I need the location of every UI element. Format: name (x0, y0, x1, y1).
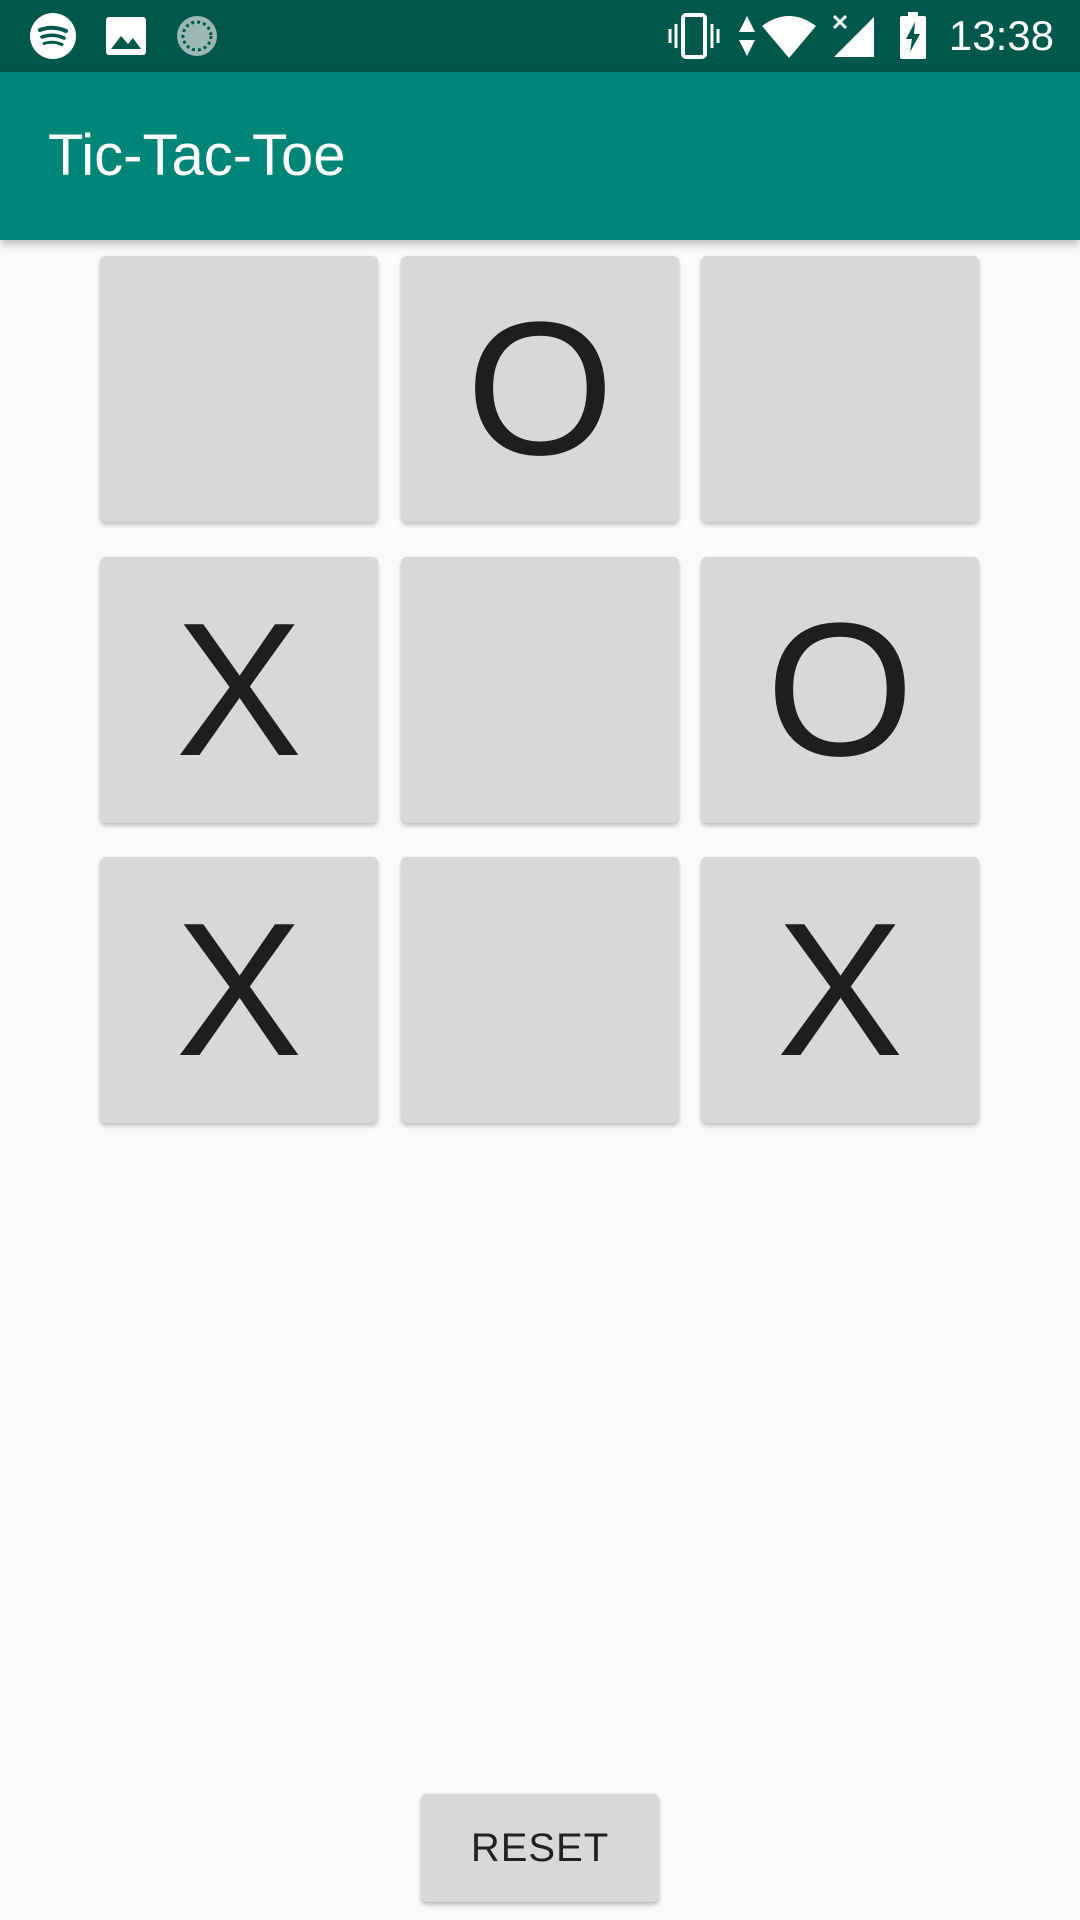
board-cell[interactable] (401, 857, 679, 1123)
battery-charging-icon (898, 12, 928, 60)
board-cell[interactable]: O (401, 256, 679, 522)
vibrate-icon (668, 12, 720, 60)
board-cell[interactable] (401, 557, 679, 823)
board-cell[interactable]: O (701, 557, 979, 823)
status-bar: 13:38 (0, 0, 1080, 72)
image-icon (104, 12, 148, 60)
board-cell[interactable] (701, 256, 979, 522)
cellular-no-signal-icon (830, 12, 876, 60)
board-cell[interactable]: X (100, 857, 378, 1123)
status-time: 13:38 (948, 12, 1054, 59)
board-cell[interactable]: X (701, 857, 979, 1123)
app-title: Tic-Tac-Toe (48, 123, 346, 188)
board-cell[interactable] (100, 256, 378, 522)
reset-button[interactable]: RESET (421, 1794, 659, 1902)
board-cell[interactable]: X (100, 557, 378, 823)
sync-progress-icon (174, 12, 220, 60)
app-bar: Tic-Tac-Toe (0, 72, 1080, 240)
game-board: O X O X X (100, 256, 980, 1124)
spotify-icon (28, 12, 78, 60)
data-arrows-icon (736, 12, 758, 60)
wifi-icon (760, 12, 818, 60)
